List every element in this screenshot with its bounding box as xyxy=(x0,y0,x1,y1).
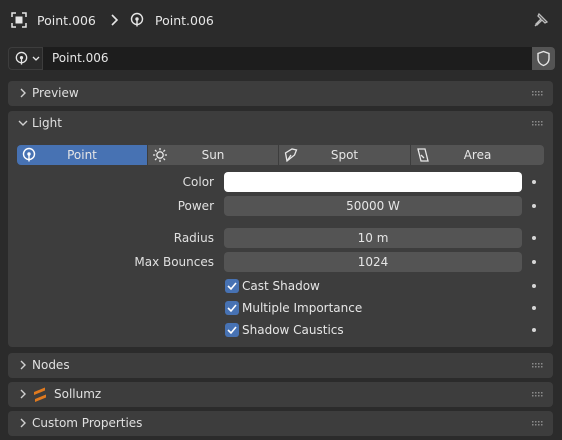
chevron-right-icon xyxy=(20,88,26,98)
keyframe-dot-icon[interactable] xyxy=(532,204,536,208)
nodes-panel[interactable]: Nodes xyxy=(8,353,553,378)
shadow-caustics-checkbox[interactable] xyxy=(225,323,239,337)
keyframe-dot-icon[interactable] xyxy=(532,180,536,184)
radius-field[interactable]: 10 m xyxy=(224,228,522,248)
light-datablock-icon xyxy=(15,51,28,65)
light-panel-title: Light xyxy=(32,116,62,130)
chevron-down-icon xyxy=(32,56,40,61)
light-type-area-button[interactable]: Area xyxy=(411,145,544,165)
keyframe-dot-icon[interactable] xyxy=(532,306,536,310)
keyframe-dot-icon[interactable] xyxy=(532,260,536,264)
keyframe-dot-icon[interactable] xyxy=(532,328,536,332)
light-panel-header[interactable]: Light xyxy=(8,111,553,135)
color-label: Color xyxy=(182,175,214,189)
breadcrumb-object-name: Point.006 xyxy=(37,13,96,28)
preview-panel-title: Preview xyxy=(32,86,79,100)
custom-properties-panel-header[interactable]: Custom Properties xyxy=(8,411,553,435)
nodes-panel-title: Nodes xyxy=(32,358,70,372)
light-type-spot-button[interactable]: Spot xyxy=(279,145,410,165)
cast-shadow-label[interactable]: Cast Shadow xyxy=(242,279,320,293)
preview-panel-header[interactable]: Preview xyxy=(8,81,553,105)
light-type-point-label: Point xyxy=(67,148,97,162)
light-type-sun-button[interactable]: Sun xyxy=(148,145,278,165)
shield-icon xyxy=(537,50,550,67)
power-field[interactable]: 50000 W xyxy=(224,196,522,216)
multiple-importance-checkbox[interactable] xyxy=(225,301,239,315)
cast-shadow-checkbox[interactable] xyxy=(225,279,239,293)
chevron-right-icon xyxy=(20,360,26,370)
object-icon xyxy=(11,12,27,28)
light-datablock-browse-button[interactable] xyxy=(8,47,43,70)
light-type-point-button[interactable]: Point xyxy=(17,145,147,165)
sollumz-panel[interactable]: Sollumz xyxy=(8,382,553,407)
drag-grip-icon[interactable] xyxy=(532,91,544,96)
pin-icon[interactable] xyxy=(532,11,550,29)
multiple-importance-label[interactable]: Multiple Importance xyxy=(242,301,362,315)
checkmark-icon xyxy=(227,326,237,335)
keyframe-dot-icon[interactable] xyxy=(532,236,536,240)
datablock-name-row: Point.006 xyxy=(8,47,555,71)
sollumz-panel-title: Sollumz xyxy=(54,387,102,401)
light-type-area-label: Area xyxy=(463,148,492,162)
max-bounces-field[interactable]: 1024 xyxy=(224,252,522,272)
breadcrumb-chevron-right-icon xyxy=(111,14,119,26)
keyframe-dot-icon[interactable] xyxy=(532,284,536,288)
custom-properties-panel[interactable]: Custom Properties xyxy=(8,411,553,436)
power-label: Power xyxy=(177,199,214,213)
light-data-icon xyxy=(130,12,144,27)
datablock-name-input[interactable]: Point.006 xyxy=(43,47,532,70)
chevron-down-icon xyxy=(18,120,28,126)
sollumz-logo-icon xyxy=(34,387,46,402)
color-swatch[interactable] xyxy=(224,172,522,192)
drag-grip-icon[interactable] xyxy=(532,363,544,368)
properties-header: Point.006 Point.006 xyxy=(0,0,562,40)
light-type-sun-label: Sun xyxy=(201,148,225,162)
drag-grip-icon[interactable] xyxy=(532,421,544,426)
custom-properties-panel-title: Custom Properties xyxy=(32,416,143,430)
chevron-right-icon xyxy=(20,418,26,428)
fake-user-button[interactable] xyxy=(532,47,555,70)
shadow-caustics-label[interactable]: Shadow Caustics xyxy=(242,323,344,337)
breadcrumb-data-name: Point.006 xyxy=(155,13,214,28)
light-type-spot-label: Spot xyxy=(330,148,359,162)
drag-grip-icon[interactable] xyxy=(532,121,544,126)
radius-label: Radius xyxy=(173,231,214,245)
preview-panel[interactable]: Preview xyxy=(8,81,553,106)
checkmark-icon xyxy=(227,282,237,291)
nodes-panel-header[interactable]: Nodes xyxy=(8,353,553,377)
max-bounces-label: Max Bounces xyxy=(134,255,214,269)
checkmark-icon xyxy=(227,304,237,313)
sollumz-panel-header[interactable]: Sollumz xyxy=(8,382,553,406)
drag-grip-icon[interactable] xyxy=(532,392,544,397)
chevron-right-icon xyxy=(20,389,26,399)
